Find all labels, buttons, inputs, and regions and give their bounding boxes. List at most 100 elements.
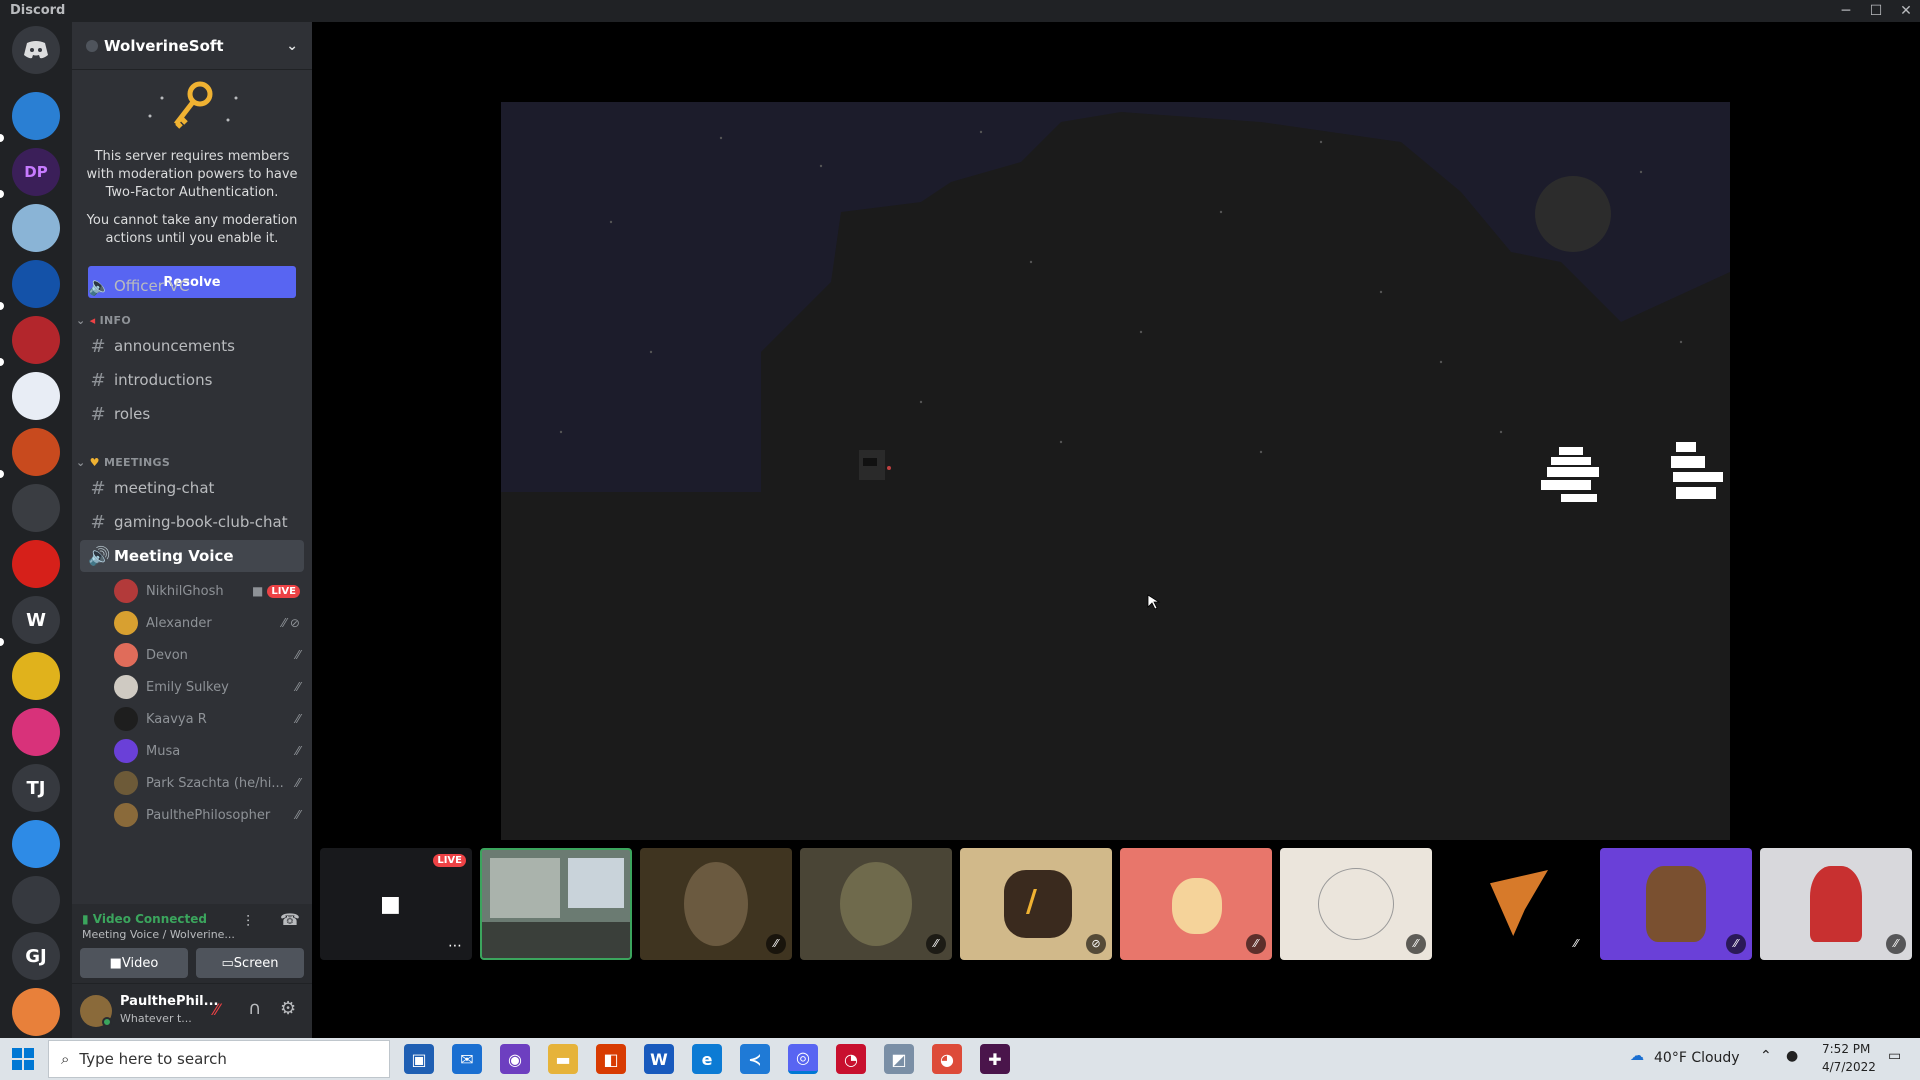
voice-member[interactable]: Kaavya R ⁄⁄ <box>114 706 300 732</box>
office-icon[interactable]: ◧ <box>596 1044 626 1074</box>
disconnect-icon[interactable]: ☎ <box>280 910 300 929</box>
key-icon <box>86 76 298 138</box>
discord-home-icon[interactable] <box>12 26 60 74</box>
chevron-up-icon[interactable]: ⌃ <box>1760 1048 1772 1064</box>
clock-time[interactable]: 7:52 PM <box>1822 1042 1870 1056</box>
avatar <box>684 862 748 946</box>
server-icon-11[interactable] <box>12 652 60 700</box>
folder-icon[interactable]: ▬ <box>548 1044 578 1074</box>
participant-tile[interactable]: ■ LIVE ⋯ <box>320 848 472 960</box>
channel-meeting-voice[interactable]: 🔊 Meeting Voice <box>80 540 304 572</box>
voice-member[interactable]: NikhilGhosh ■ LIVE <box>114 578 300 604</box>
server-icon-w[interactable]: W <box>12 596 60 644</box>
voice-member[interactable]: Devon ⁄⁄ <box>114 642 300 668</box>
channel-roles[interactable]: # roles <box>80 398 304 430</box>
app-icon[interactable]: ◩ <box>884 1044 914 1074</box>
hashtag-icon: # <box>90 477 106 499</box>
muted-mic-icon: ⁄⁄ <box>1246 934 1266 954</box>
server-icon-tj[interactable]: TJ <box>12 764 60 812</box>
live-badge: LIVE <box>433 854 466 867</box>
server-icon-15[interactable] <box>12 876 60 924</box>
server-badge-icon <box>86 39 98 52</box>
server-icon-6[interactable] <box>12 372 60 420</box>
server-icon-14[interactable] <box>12 820 60 868</box>
app-icon[interactable]: ◔ <box>836 1044 866 1074</box>
muted-mic-icon: ⁄⁄ <box>766 934 786 954</box>
participant-tile-classroom[interactable] <box>480 848 632 960</box>
clock-date[interactable]: 4/7/2022 <box>1822 1060 1876 1074</box>
server-list: DP W TJ GJ <box>0 22 72 1038</box>
vscode-icon[interactable]: ≺ <box>740 1044 770 1074</box>
server-icon-12[interactable] <box>12 708 60 756</box>
server-icon-5[interactable] <box>12 316 60 364</box>
notification-icon[interactable]: ▭ <box>1888 1048 1901 1064</box>
weather-text[interactable]: 40°F Cloudy <box>1654 1050 1740 1066</box>
headphones-icon[interactable]: ∩ <box>248 998 261 1019</box>
participant-tile[interactable]: ⁄⁄ <box>1600 848 1752 960</box>
server-icon-4[interactable] <box>12 260 60 308</box>
channel-gaming-book-club-chat[interactable]: # gaming-book-club-chat <box>80 506 304 538</box>
video-button[interactable]: ■ Video <box>80 948 188 978</box>
server-icon-17[interactable] <box>12 988 60 1036</box>
taskbar-search[interactable]: ⌕ Type here to search <box>48 1040 390 1078</box>
window-title: Discord <box>10 3 66 18</box>
participant-tile[interactable]: / ⊘ <box>960 848 1112 960</box>
edge-icon[interactable]: e <box>692 1044 722 1074</box>
voice-member[interactable]: Park Szachta (he/hi... ⁄⁄ <box>114 770 300 796</box>
participant-tile[interactable]: ⁄⁄ <box>1120 848 1272 960</box>
microphone-icon[interactable]: ● <box>1786 1048 1798 1064</box>
pencil-icon: / <box>1026 884 1037 919</box>
channel-meeting-chat[interactable]: # meeting-chat <box>80 472 304 504</box>
muted-mic-icon: ⁄⁄ ⊘ <box>282 616 300 630</box>
server-icon-8[interactable] <box>12 484 60 532</box>
username: PaulthePhil... <box>120 994 219 1009</box>
voice-member[interactable]: PaulthePhilosopher ⁄⁄ <box>114 802 300 828</box>
store-icon[interactable]: ▣ <box>404 1044 434 1074</box>
channel-introductions[interactable]: # introductions <box>80 364 304 396</box>
stream-video[interactable] <box>501 102 1730 840</box>
muted-mic-icon: ⁄⁄ <box>295 680 300 694</box>
channel-officer-vc[interactable]: 🔈 Officer VC <box>80 270 304 302</box>
voice-member[interactable]: Emily Sulkey ⁄⁄ <box>114 674 300 700</box>
windows-start-icon[interactable] <box>12 1048 34 1070</box>
minimize-icon[interactable]: ─ <box>1834 0 1858 22</box>
channel-announcements[interactable]: # announcements <box>80 330 304 362</box>
word-icon[interactable]: W <box>644 1044 674 1074</box>
screen-share-button[interactable]: ▭ Screen <box>196 948 304 978</box>
unread-pill <box>0 470 4 478</box>
avatar <box>114 707 138 731</box>
server-icon-2[interactable]: DP <box>12 148 60 196</box>
mute-mic-icon[interactable]: ⁄⁄ <box>214 1000 219 1019</box>
participant-tile[interactable]: ⁄⁄ <box>800 848 952 960</box>
server-icon-gj[interactable]: GJ <box>12 932 60 980</box>
voice-connection-panel: ▮ Video Connected Meeting Voice / Wolver… <box>72 904 312 984</box>
category-meetings[interactable]: ⌄ ♥ MEETINGS <box>76 456 170 469</box>
server-icon-7[interactable] <box>12 428 60 476</box>
notice-text-2: You cannot take any moderation actions u… <box>86 213 298 246</box>
browser-icon[interactable]: ◉ <box>500 1044 530 1074</box>
close-icon[interactable]: ✕ <box>1894 0 1918 22</box>
chrome-icon[interactable]: ◕ <box>932 1044 962 1074</box>
muted-mic-icon: ⁄⁄ <box>295 776 300 790</box>
server-icon-3[interactable] <box>12 204 60 252</box>
mail-icon[interactable]: ✉ <box>452 1044 482 1074</box>
server-header[interactable]: WolverineSoft ⌄ <box>72 22 312 70</box>
server-icon-9[interactable] <box>12 540 60 588</box>
server-icon-1[interactable] <box>12 92 60 140</box>
chevron-down-icon: ⌄ <box>76 456 90 469</box>
gear-icon[interactable]: ⚙ <box>280 998 296 1019</box>
avatar <box>1646 866 1706 942</box>
participant-tile[interactable]: ⁄⁄ <box>1760 848 1912 960</box>
slack-icon[interactable]: ✚ <box>980 1044 1010 1074</box>
discord-taskbar-icon[interactable]: ◎ <box>788 1044 818 1074</box>
more-options-icon[interactable]: ⋯ <box>448 938 462 954</box>
noise-suppression-icon[interactable]: ⫶ <box>246 912 250 932</box>
participant-tile[interactable]: ⁄⁄ <box>1440 848 1592 960</box>
voice-member[interactable]: Alexander ⁄⁄ ⊘ <box>114 610 300 636</box>
chevron-down-icon[interactable]: ⌄ <box>286 38 298 54</box>
participant-tile[interactable]: ⁄⁄ <box>640 848 792 960</box>
maximize-icon[interactable]: ☐ <box>1864 0 1888 22</box>
participant-tile[interactable]: ⁄⁄ <box>1280 848 1432 960</box>
voice-member[interactable]: Musa ⁄⁄ <box>114 738 300 764</box>
category-info[interactable]: ⌄ ◂ INFO <box>76 314 131 327</box>
